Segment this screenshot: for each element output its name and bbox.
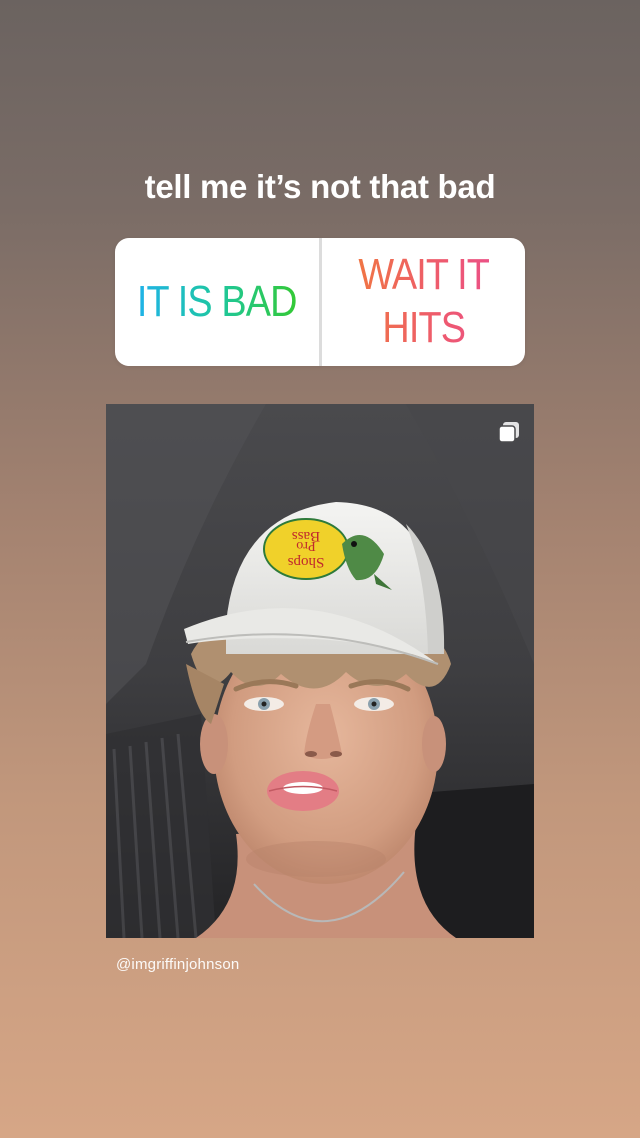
- shared-post-photo[interactable]: Bass Pro Shops: [106, 404, 534, 938]
- poll-divider: [318, 238, 322, 366]
- story-screen: tell me it’s not that bad IT IS BAD WAIT…: [0, 0, 640, 1138]
- question-text: tell me it’s not that bad: [144, 168, 496, 205]
- poll-option-b-label: WAIT IT HITS: [341, 249, 506, 355]
- poll-option-b[interactable]: WAIT IT HITS: [336, 238, 511, 366]
- poll-sticker: IT IS BAD WAIT IT HITS: [115, 238, 525, 366]
- hat-logo-line-2: Pro: [296, 538, 315, 553]
- hat-logo-line-3: Shops: [288, 554, 325, 570]
- poll-option-a-label: IT IS BAD: [137, 276, 298, 329]
- carousel-icon: [498, 422, 519, 443]
- poll-option-a[interactable]: IT IS BAD: [129, 238, 304, 366]
- post-username[interactable]: @imgriffinjohnson: [116, 956, 239, 973]
